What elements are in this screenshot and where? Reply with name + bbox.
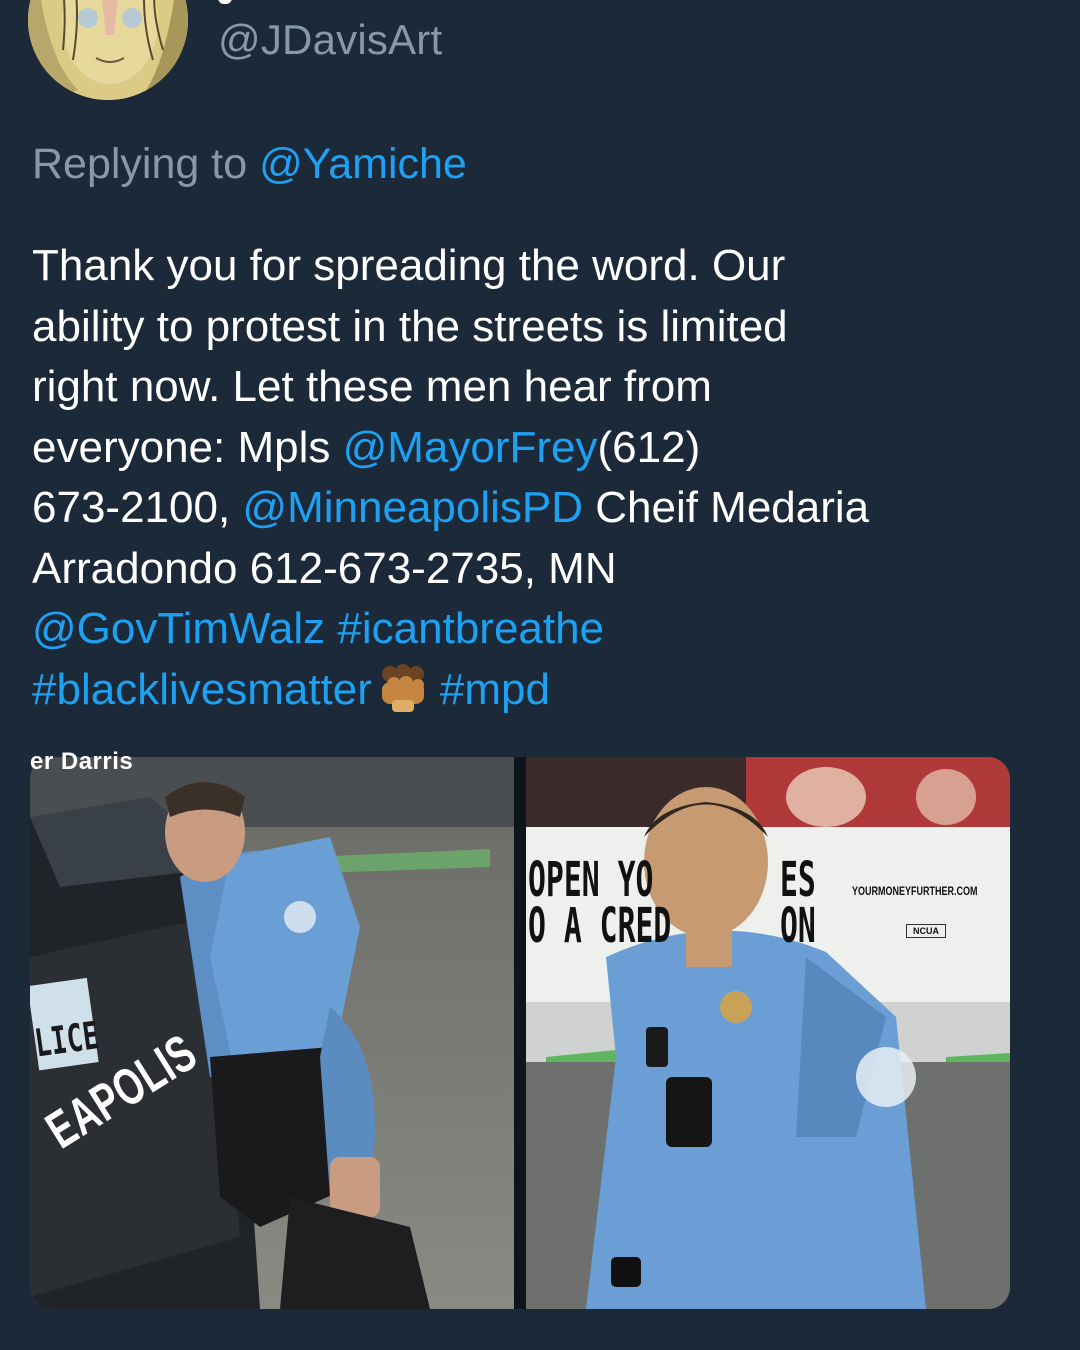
avatar-illustration-icon (28, 0, 188, 100)
officer-standing-photo-icon (526, 757, 1010, 1309)
mention-minneapolispd[interactable]: @MinneapolisPD (242, 483, 583, 532)
tweet-line: ability to protest in the streets is lim… (32, 301, 788, 351)
video-caption-overlay: er Darris (30, 748, 134, 775)
author-handle[interactable]: @JDavisArt (218, 16, 442, 64)
tweet-text-segment: Cheif Medaria (583, 483, 870, 532)
display-name-fragment (218, 0, 232, 4)
replying-to-mention[interactable]: @Yamiche (259, 140, 467, 188)
tweet-line: @GovTimWalz #icantbreathe (32, 599, 1042, 660)
tweet-screen: @JDavisArt Replying to @Yamiche Thank yo… (0, 0, 1080, 1350)
hashtag-mpd[interactable]: #mpd (440, 665, 550, 714)
tweet-line: #blacklivesmatter #mpd (32, 660, 1042, 721)
tweet-line: Thank you for spreading the word. Our (32, 241, 786, 290)
tweet-text-segment: 673-2100, (32, 483, 243, 532)
hashtag-blacklivesmatter[interactable]: #blacklivesmatter (32, 665, 372, 714)
tweet-text-segment: everyone: Mpls (32, 422, 343, 472)
replying-to-label: Replying to (32, 140, 260, 188)
tweet-line: everyone: Mpls @MayorFrey(612) (32, 418, 1042, 479)
media-image-left[interactable] (30, 757, 514, 1309)
hashtag-icantbreathe[interactable]: #icantbreathe (325, 604, 604, 653)
tweet-line: right now. Let these men hear from (32, 362, 712, 411)
bus-ad-url: YOURMONEYFURTHER.COM (852, 884, 978, 898)
media-image-right[interactable] (526, 757, 1010, 1309)
bus-ad-text: O A CRED (528, 898, 672, 954)
mention-govtimwalz[interactable]: @GovTimWalz (32, 604, 325, 653)
tweet-line: Arradondo 612-673-2735, MN (32, 543, 617, 593)
author-avatar[interactable] (28, 0, 188, 100)
tweet-text-segment: (612) (597, 422, 701, 472)
bus-ad-badge: NCUA (906, 924, 946, 938)
tweet-body: Thank you for spreading the word. Our ab… (32, 236, 1042, 720)
replying-to-line: Replying to @Yamiche (32, 140, 467, 189)
bus-ad-text: ON (780, 898, 816, 954)
raised-fist-emoji-icon (376, 663, 430, 712)
mention-mayorfrey[interactable]: @MayorFrey (343, 423, 598, 472)
officer-kneeling-photo-icon (30, 757, 514, 1309)
car-label-text: LICE (32, 1013, 102, 1066)
tweet-line: 673-2100, @MinneapolisPD Cheif Medaria (32, 478, 1042, 539)
